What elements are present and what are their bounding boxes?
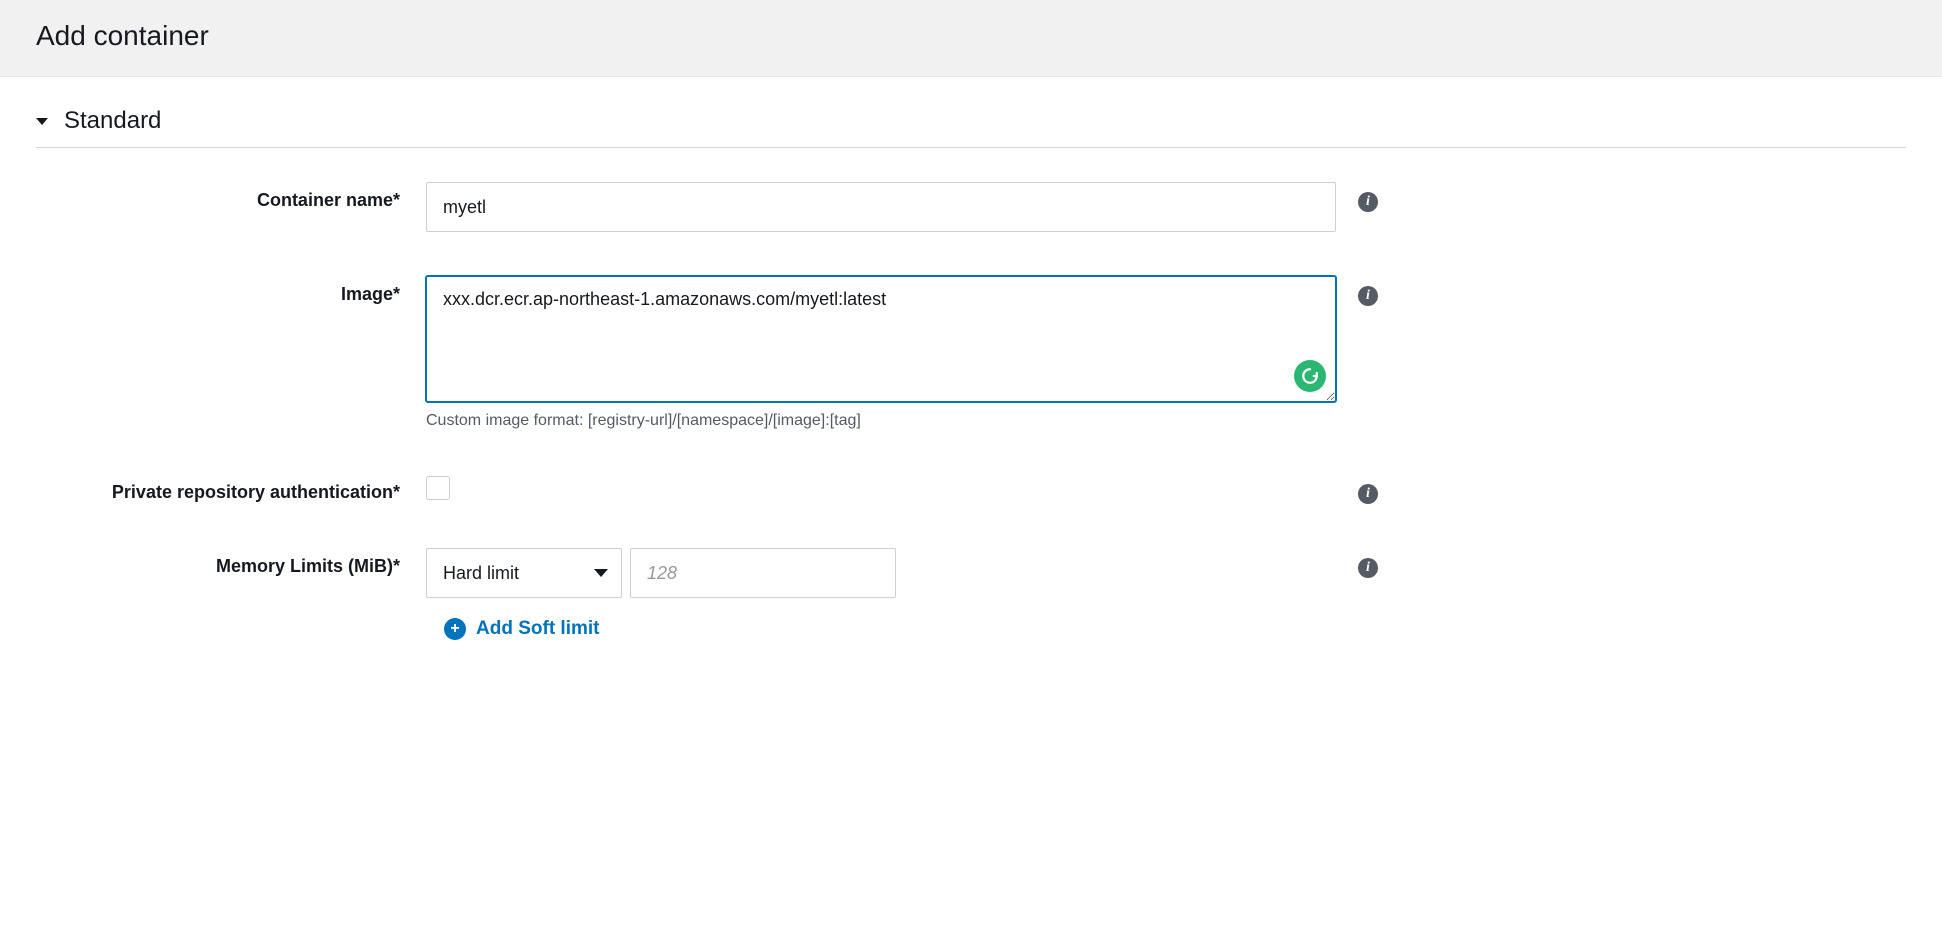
add-soft-limit-label: Add Soft limit	[476, 618, 599, 640]
form-content: Standard Container name* i Image*	[0, 77, 1942, 682]
private-repo-auth-label: Private repository authentication*	[36, 474, 426, 503]
add-soft-limit-button[interactable]: + Add Soft limit	[444, 618, 599, 640]
container-name-input[interactable]	[426, 182, 1336, 232]
info-icon[interactable]: i	[1358, 286, 1378, 306]
image-label: Image*	[36, 276, 426, 305]
section-header: Standard	[36, 107, 1906, 148]
memory-limits-label: Memory Limits (MiB)*	[36, 548, 426, 577]
memory-limit-value-input[interactable]	[630, 548, 896, 598]
modal-header: Add container	[0, 0, 1942, 77]
section-title: Standard	[64, 107, 161, 135]
info-icon[interactable]: i	[1358, 192, 1378, 212]
info-icon[interactable]: i	[1358, 484, 1378, 504]
info-icon[interactable]: i	[1358, 558, 1378, 578]
image-help-text: Custom image format: [registry-url]/[nam…	[426, 412, 1336, 430]
private-repo-auth-checkbox[interactable]	[426, 476, 450, 500]
modal-title: Add container	[36, 20, 1906, 52]
plus-circle-icon: +	[444, 618, 466, 640]
memory-limit-type-select[interactable]: Hard limit	[426, 548, 622, 598]
image-input[interactable]	[426, 276, 1336, 402]
collapse-toggle-icon[interactable]	[36, 118, 48, 125]
container-name-label: Container name*	[36, 182, 426, 211]
